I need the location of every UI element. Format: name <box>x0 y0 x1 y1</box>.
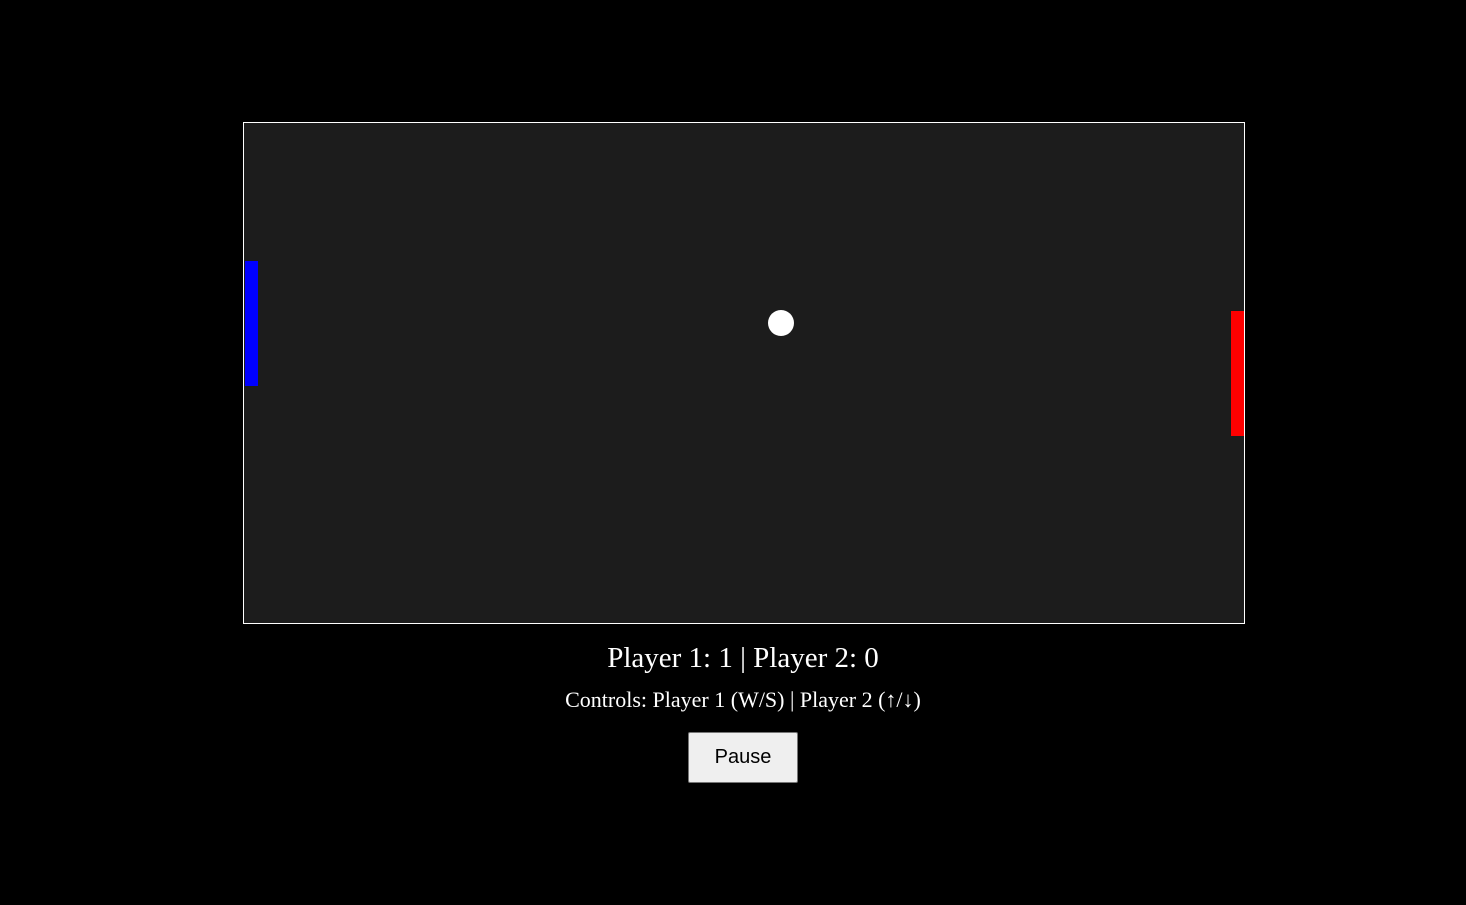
game-page: Player 1: 1 | Player 2: 0 Controls: Play… <box>0 0 1466 905</box>
controls-help: Controls: Player 1 (W/S) | Player 2 (↑/↓… <box>565 687 921 712</box>
scoreboard: Player 1: 1 | Player 2: 0 <box>607 642 879 674</box>
player2-paddle <box>1231 311 1244 436</box>
game-board <box>243 122 1245 624</box>
ball <box>768 310 794 336</box>
pause-button[interactable]: Pause <box>688 732 798 783</box>
player1-paddle <box>245 261 258 386</box>
